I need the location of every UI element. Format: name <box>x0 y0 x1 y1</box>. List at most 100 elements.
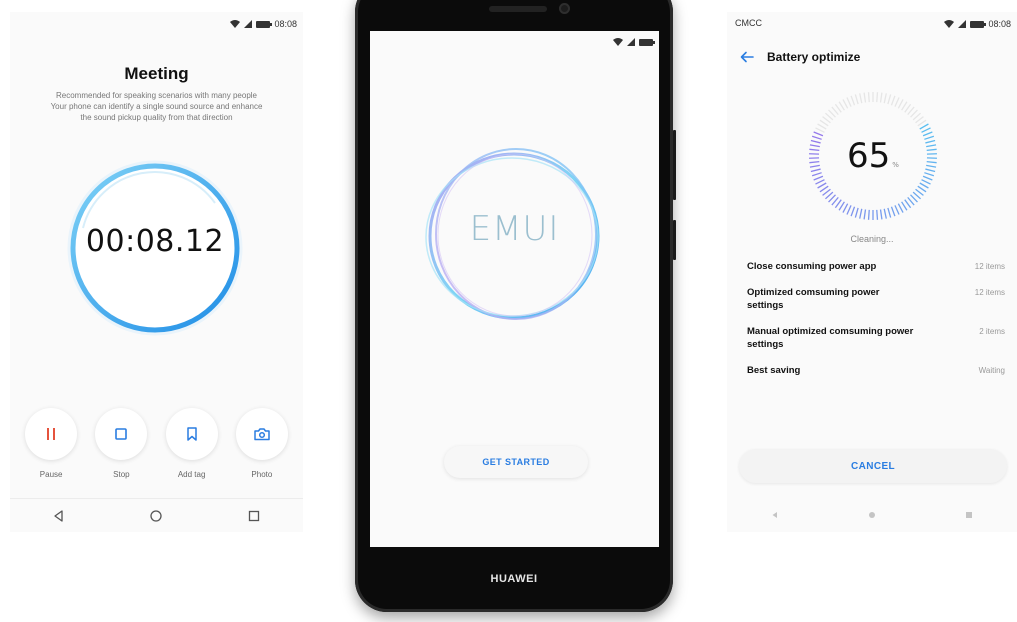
nav-recents-button[interactable] <box>239 504 269 528</box>
dial-tick <box>879 209 883 220</box>
app-bar: Battery optimize <box>727 38 1017 76</box>
dial-tick <box>915 188 924 196</box>
pause-button[interactable] <box>25 408 78 460</box>
status-bar: 08:08 <box>10 12 303 36</box>
stop-button[interactable] <box>95 408 148 460</box>
nav-recents-button[interactable] <box>954 503 984 527</box>
status-time: 08:08 <box>274 19 297 29</box>
get-started-button[interactable]: GET STARTED <box>444 446 588 478</box>
photo-button[interactable] <box>235 408 288 460</box>
dial-tick <box>854 94 859 105</box>
battery-icon <box>970 20 987 28</box>
home-circle-icon <box>868 512 875 518</box>
nav-home-button[interactable] <box>141 504 171 528</box>
dial-tick <box>859 208 863 219</box>
dial-tick <box>922 175 933 181</box>
status-time: 08:08 <box>988 19 1011 29</box>
earpiece <box>489 6 547 12</box>
dial-tick <box>919 182 929 189</box>
wifi-icon <box>230 20 241 28</box>
page-title: Battery optimize <box>767 50 861 64</box>
dial-tick <box>921 179 931 185</box>
optimization-list: Close consuming power app 12 items Optim… <box>747 260 1005 390</box>
cancel-button[interactable]: CANCEL <box>739 449 1007 483</box>
battery-icon <box>639 38 655 46</box>
volume-button <box>673 130 676 200</box>
camera-icon <box>254 428 270 441</box>
welcome-screen: EMUI GET STARTED <box>370 31 659 547</box>
dial-tick <box>897 203 904 213</box>
status-bar <box>370 31 659 55</box>
score-unit: % <box>892 161 899 169</box>
dial-tick <box>850 206 856 217</box>
back-button[interactable] <box>727 38 767 76</box>
dial-tick <box>876 92 879 103</box>
battery-score: 65% <box>803 136 943 176</box>
recents-square-icon <box>248 510 260 521</box>
phone-device: EMUI GET STARTED HUAWEI <box>355 0 676 612</box>
dial-tick <box>897 99 904 109</box>
dial-tick <box>817 182 827 189</box>
dial-tick <box>842 203 849 213</box>
dial-tick <box>815 179 825 185</box>
recorder-screen: 08:08 Meeting Recommended for speaking s… <box>10 12 303 532</box>
dial-tick <box>819 185 829 193</box>
pause-control[interactable]: Pause <box>20 408 82 479</box>
nav-back-button[interactable] <box>44 504 74 528</box>
dial-tick <box>846 97 852 107</box>
dial-tick <box>904 199 912 209</box>
dial-tick <box>846 205 852 215</box>
signal-icon <box>244 20 253 28</box>
item-label: Close consuming power app <box>747 261 877 272</box>
carrier-label: CMCC <box>735 18 762 28</box>
dial-tick <box>850 95 856 106</box>
wifi-icon <box>613 38 623 46</box>
dial-tick <box>822 188 831 196</box>
dial-tick <box>834 103 842 113</box>
dial-tick <box>917 185 927 193</box>
pause-label: Pause <box>39 470 63 479</box>
add-tag-button[interactable] <box>165 408 218 460</box>
dial-tick <box>863 92 867 103</box>
list-item: Best saving Waiting <box>747 364 1005 377</box>
wifi-icon <box>944 20 955 28</box>
emui-logo: EMUI <box>469 209 560 249</box>
photo-label: Photo <box>251 470 273 479</box>
recents-square-icon <box>965 512 972 518</box>
signal-icon <box>627 38 635 46</box>
dial-tick <box>890 95 896 106</box>
stop-label: Stop <box>113 470 130 479</box>
dial-tick <box>867 92 870 103</box>
stop-control[interactable]: Stop <box>90 408 152 479</box>
home-circle-icon <box>150 509 163 522</box>
dial-tick <box>822 116 831 124</box>
navigation-bar <box>10 498 303 532</box>
item-label: Manual optimized comsuming power setting… <box>747 326 914 350</box>
add-tag-control[interactable]: Add tag <box>161 408 223 479</box>
photo-control[interactable]: Photo <box>231 408 293 479</box>
dial-tick <box>819 119 829 127</box>
list-item: Optimized comsuming power settings 12 it… <box>747 286 1005 312</box>
dial-tick <box>883 208 887 219</box>
description-line: Recommended for speaking scenarios with … <box>56 91 257 100</box>
item-value: 12 items <box>974 288 1005 297</box>
dial-tick <box>917 119 927 127</box>
dial-tick <box>834 199 842 209</box>
elapsed-time: 00:08.12 <box>85 224 225 259</box>
dial-tick <box>919 123 929 130</box>
arrow-left-icon <box>740 51 754 63</box>
navigation-bar <box>727 498 1017 532</box>
dial-tick <box>894 97 900 107</box>
status-bar: CMCC 08:08 <box>727 12 1017 36</box>
nav-home-button[interactable] <box>857 503 887 527</box>
dial-tick <box>887 207 892 218</box>
battery-icon <box>256 20 273 28</box>
nav-back-button[interactable] <box>760 503 790 527</box>
cleaning-status: Cleaning... <box>850 234 894 244</box>
score-number: 65 <box>847 136 891 176</box>
dial-tick <box>813 175 824 181</box>
recorder-controls: Pause Stop Add tag Photo <box>10 408 303 479</box>
dial-tick <box>887 94 892 105</box>
add-tag-label: Add tag <box>177 470 206 479</box>
description-line: Your phone can identify a single sound s… <box>50 102 263 111</box>
